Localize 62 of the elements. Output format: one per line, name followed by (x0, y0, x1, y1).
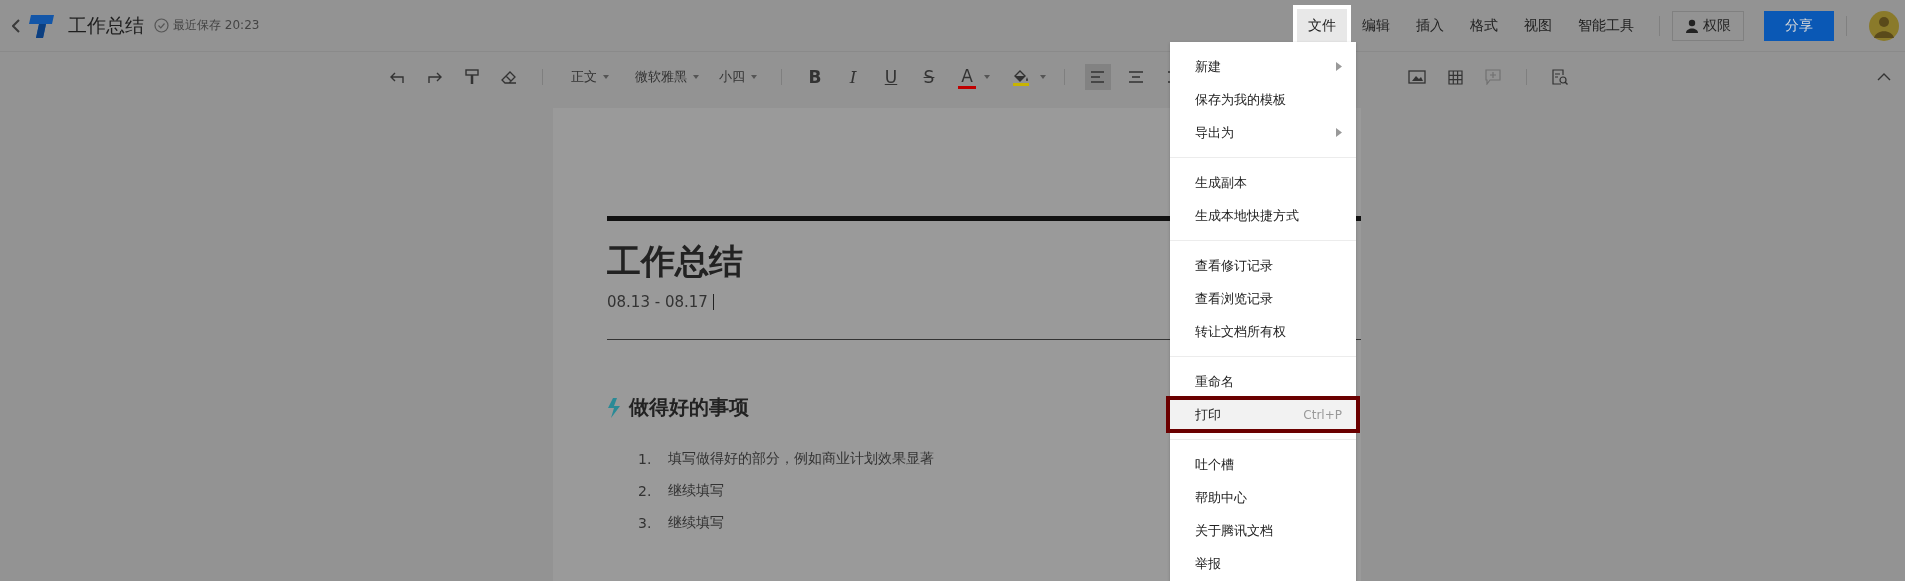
menu-item[interactable]: 导出为 (1170, 116, 1356, 149)
person-icon (1685, 18, 1699, 33)
menu-item[interactable]: 吐个槽 (1170, 448, 1356, 481)
avatar[interactable] (1869, 10, 1899, 41)
lightning-icon (607, 397, 621, 418)
menu-item[interactable]: 保存为我的模板 (1170, 83, 1356, 116)
font-size-dropdown[interactable]: 小四 (719, 68, 757, 86)
check-circle-icon (154, 18, 169, 33)
caret-icon[interactable] (984, 75, 990, 79)
list-item-text: 继续填写 (668, 514, 724, 532)
menu-item[interactable]: 转让文档所有权 (1170, 315, 1356, 348)
save-status: 最近保存 20:23 (173, 17, 260, 34)
caret-icon[interactable] (1040, 75, 1046, 79)
align-left-button[interactable] (1085, 64, 1111, 90)
date-range: 08.13 - 08.17 (607, 293, 708, 311)
list-number: 1. (638, 451, 653, 467)
menu-tab[interactable]: 智能工具 (1567, 8, 1645, 43)
caret-icon (603, 75, 609, 79)
align-left-icon (1091, 71, 1105, 83)
format-button[interactable]: U (876, 64, 906, 90)
list-item-text: 填写做得好的部分，例如商业计划效果显著 (668, 450, 934, 468)
format-button[interactable]: S (914, 64, 944, 90)
menu-item[interactable]: 查看修订记录 (1170, 249, 1356, 282)
find-in-document-icon[interactable] (1552, 69, 1568, 85)
menu-item[interactable]: 举报 (1170, 547, 1356, 580)
list-number: 2. (638, 483, 653, 499)
format-button[interactable]: I (838, 64, 868, 90)
permission-button[interactable]: 权限 (1672, 10, 1744, 41)
caret-icon (751, 75, 757, 79)
undo-icon[interactable] (389, 70, 405, 84)
menu-tab[interactable]: 插入 (1405, 8, 1455, 43)
image-icon[interactable] (1408, 70, 1426, 84)
menu-item[interactable]: 生成副本 (1170, 166, 1356, 199)
paragraph-style-dropdown[interactable]: 正文 (571, 68, 609, 86)
menu-item[interactable]: 打印 Ctrl+P (1168, 398, 1358, 431)
menu-tab[interactable]: 视图 (1513, 8, 1563, 43)
menu-item[interactable]: 查看浏览记录 (1170, 282, 1356, 315)
eraser-icon[interactable] (501, 70, 517, 84)
caret-icon (693, 75, 699, 79)
menu-item[interactable]: 关于腾讯文档 (1170, 514, 1356, 547)
menu-item[interactable]: 新建 (1170, 50, 1356, 83)
document-title[interactable]: 工作总结 (68, 12, 144, 39)
font-color-button[interactable]: A (958, 65, 976, 89)
section-heading: 做得好的事项 (629, 394, 749, 421)
table-icon[interactable] (1448, 69, 1463, 85)
document-heading: 工作总结 (607, 240, 743, 283)
menu-item[interactable]: 帮助中心 (1170, 481, 1356, 514)
fill-bucket-icon[interactable] (1012, 68, 1030, 86)
menu-tab[interactable]: 格式 (1459, 8, 1509, 43)
share-button[interactable]: 分享 (1764, 10, 1834, 41)
menu-tab[interactable]: 编辑 (1351, 8, 1401, 43)
menu-item[interactable]: 生成本地快捷方式 (1170, 199, 1356, 232)
list-item-text: 继续填写 (668, 482, 724, 500)
collapse-icon[interactable] (1877, 73, 1891, 81)
align-center-icon (1129, 71, 1143, 83)
paint-roller-icon[interactable] (465, 69, 479, 85)
redo-icon[interactable] (427, 70, 443, 84)
list-number: 3. (638, 515, 653, 531)
format-button[interactable]: B (800, 64, 830, 90)
menu-item[interactable]: 重命名 (1170, 365, 1356, 398)
back-icon[interactable] (12, 18, 20, 33)
font-dropdown[interactable]: 微软雅黑 (635, 68, 699, 86)
